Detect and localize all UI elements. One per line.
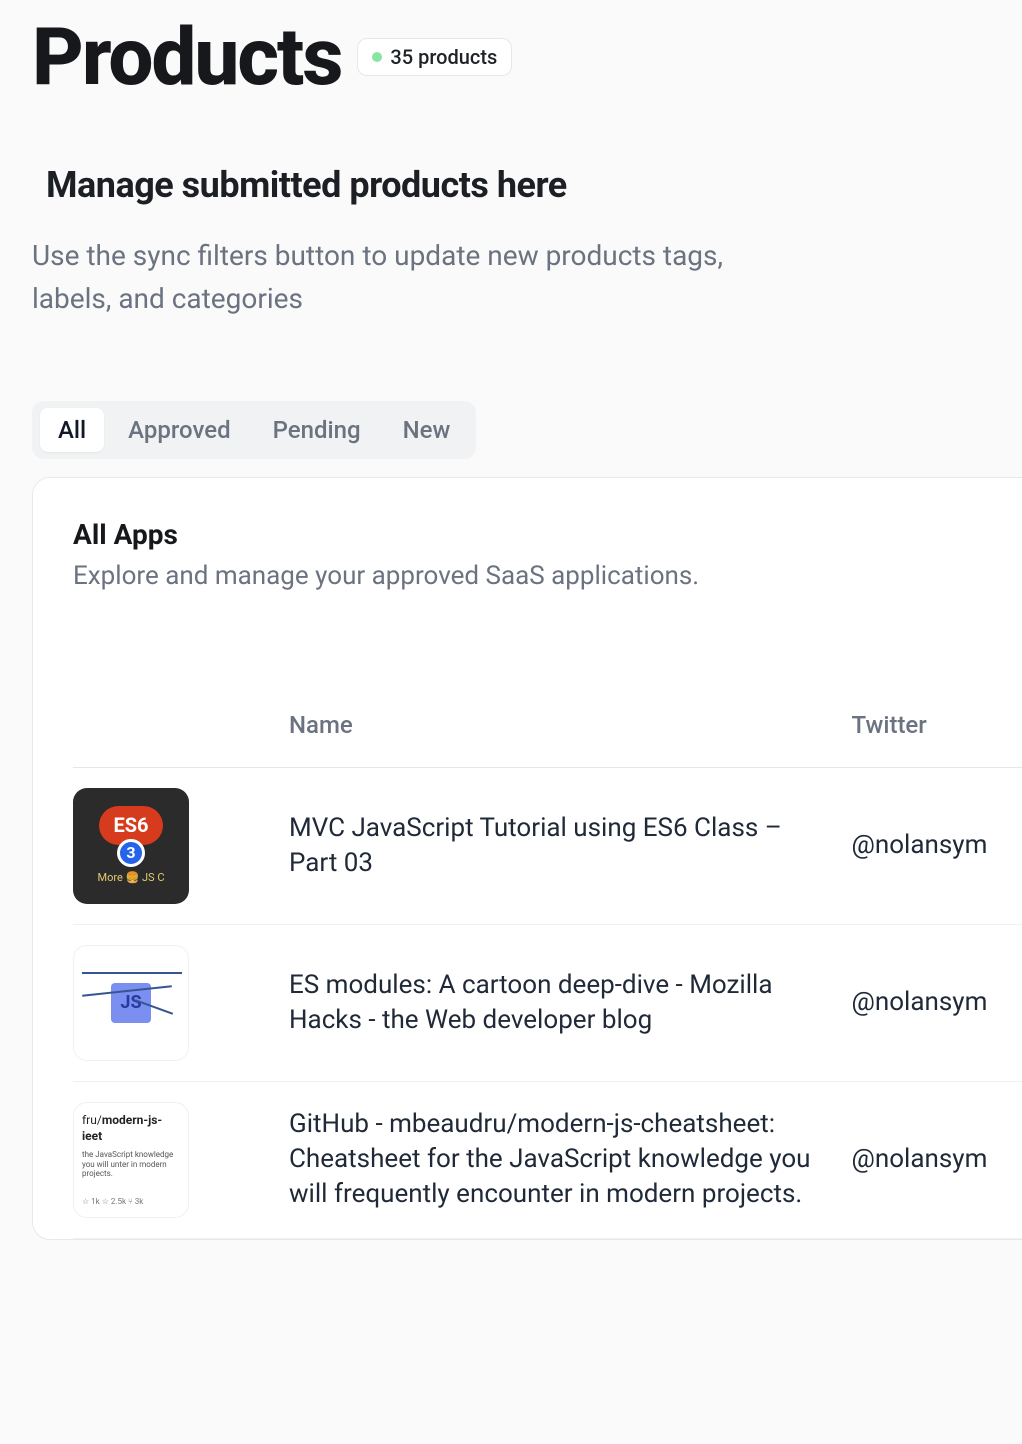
product-twitter: @nolansym bbox=[836, 767, 1022, 924]
thumb-text-line: fru/modern-js- ieet bbox=[82, 1112, 162, 1144]
product-thumbnail: fru/modern-js- ieet the JavaScript knowl… bbox=[73, 1102, 189, 1218]
table-row[interactable]: JS ES modules: A cartoon deep-dive - Moz… bbox=[73, 924, 1022, 1081]
apps-card: All Apps Explore and manage your approve… bbox=[32, 477, 1022, 1240]
tab-all[interactable]: All bbox=[40, 408, 104, 452]
thumb-number-badge: 3 bbox=[117, 839, 145, 867]
thumb-subtext: More 🍔 JS C bbox=[98, 871, 165, 886]
product-name: ES modules: A cartoon deep-dive - Mozill… bbox=[273, 924, 836, 1081]
tab-approved[interactable]: Approved bbox=[110, 408, 248, 452]
product-thumbnail: ES6 3 More 🍔 JS C bbox=[73, 788, 189, 904]
products-table: Name Twitter We ES6 3 More 🍔 JS C MVC Ja… bbox=[73, 711, 1022, 1239]
col-thumbnail bbox=[73, 711, 273, 768]
filter-tabs: All Approved Pending New bbox=[32, 401, 476, 459]
product-count-badge: 35 products bbox=[357, 38, 512, 76]
card-description: Explore and manage your approved SaaS ap… bbox=[73, 561, 1022, 591]
status-dot-icon bbox=[372, 52, 382, 62]
col-name[interactable]: Name bbox=[273, 711, 836, 768]
thumb-stats: ☆ 1k ☆ 2.5k ⑂ 3k bbox=[82, 1197, 143, 1208]
table-row[interactable]: fru/modern-js- ieet the JavaScript knowl… bbox=[73, 1081, 1022, 1238]
product-twitter: @nolansym bbox=[836, 924, 1022, 1081]
thumb-line-icon bbox=[82, 972, 182, 974]
col-twitter[interactable]: Twitter bbox=[836, 711, 1022, 768]
product-name: GitHub - mbeaudru/modern-js-cheatsheet: … bbox=[273, 1081, 836, 1238]
card-title: All Apps bbox=[73, 518, 1022, 551]
product-thumbnail: JS bbox=[73, 945, 189, 1061]
product-twitter: @nolansym bbox=[836, 1081, 1022, 1238]
table-row[interactable]: ES6 3 More 🍔 JS C MVC JavaScript Tutoria… bbox=[73, 767, 1022, 924]
tab-pending[interactable]: Pending bbox=[255, 408, 379, 452]
tab-new[interactable]: New bbox=[385, 408, 469, 452]
thumb-text-line: the JavaScript knowledge you will unter … bbox=[82, 1150, 180, 1179]
section-description: Use the sync filters button to update ne… bbox=[32, 234, 752, 321]
product-count-label: 35 products bbox=[390, 45, 497, 69]
section-subtitle: Manage submitted products here bbox=[32, 164, 1022, 206]
page-title: Products bbox=[32, 10, 341, 104]
product-name: MVC JavaScript Tutorial using ES6 Class … bbox=[273, 767, 836, 924]
